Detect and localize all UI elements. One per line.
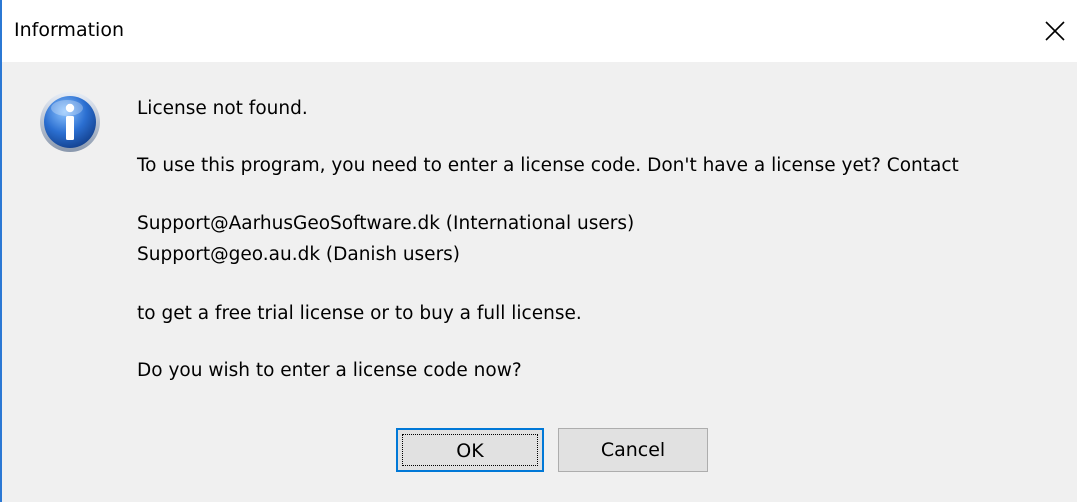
dialog-title: Information (14, 19, 124, 41)
message-line-4: Support@geo.au.dk (Danish users) (137, 244, 461, 265)
message-line-5: to get a free trial license or to buy a … (137, 303, 582, 324)
info-icon (38, 90, 102, 154)
message-line-1: License not found. (137, 98, 308, 119)
cancel-button[interactable]: Cancel (558, 428, 708, 472)
cancel-button-label: Cancel (600, 439, 666, 461)
ok-button-label: OK (456, 440, 484, 462)
title-bar[interactable]: Information (2, 0, 1077, 62)
message-line-3: Support@AarhusGeoSoftware.dk (Internatio… (137, 213, 635, 234)
information-dialog: Information License not found. To use th… (0, 0, 1077, 502)
ok-button[interactable]: OK (396, 428, 544, 472)
close-button[interactable] (1032, 8, 1077, 54)
message-line-6: Do you wish to enter a license code now? (137, 360, 522, 381)
close-icon (1045, 21, 1065, 41)
message-line-2: To use this program, you need to enter a… (137, 155, 959, 176)
